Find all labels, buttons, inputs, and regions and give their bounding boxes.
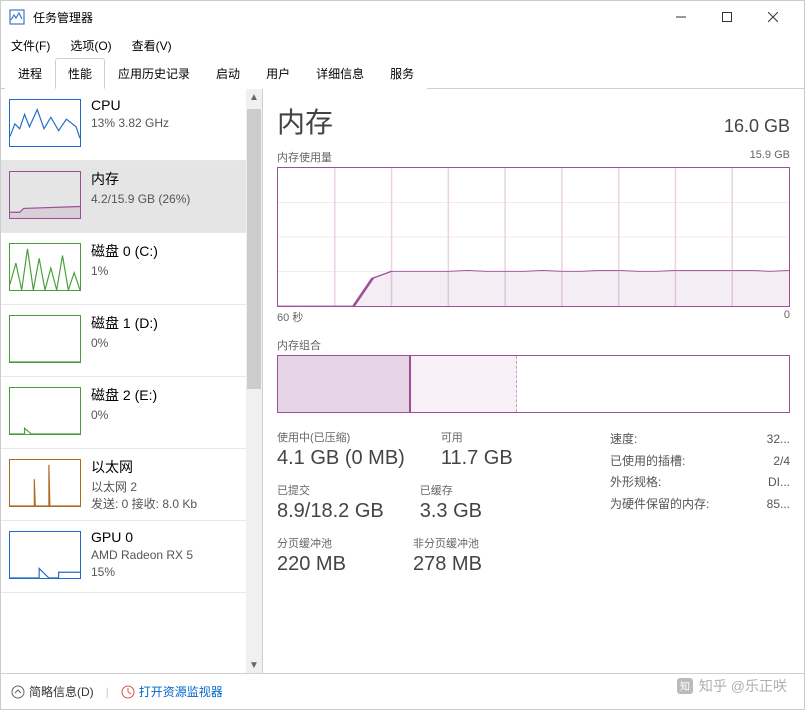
form-value: DI... bbox=[768, 472, 790, 494]
sidebar-item-4[interactable]: 磁盘 2 (E:) 0% bbox=[1, 377, 247, 449]
avail-label: 可用 bbox=[441, 429, 541, 445]
avail-value: 11.7 GB bbox=[441, 447, 541, 470]
sidebar-item-1[interactable]: 内存 4.2/15.9 GB (26%) bbox=[1, 161, 247, 233]
mini-chart-icon bbox=[9, 243, 81, 291]
cached-label: 已缓存 bbox=[420, 482, 520, 498]
tab-performance[interactable]: 性能 bbox=[55, 58, 105, 89]
sidebar-item-2[interactable]: 磁盘 0 (C:) 1% bbox=[1, 233, 247, 305]
sidebar-item-title: 磁盘 0 (C:) bbox=[91, 241, 239, 261]
sidebar-item-title: GPU 0 bbox=[91, 529, 239, 545]
committed-label: 已提交 bbox=[277, 482, 384, 498]
scrollbar-thumb[interactable] bbox=[247, 109, 261, 389]
inuse-label: 使用中(已压缩) bbox=[277, 429, 405, 445]
sidebar-item-sub: 0% bbox=[91, 407, 239, 424]
sidebar-item-0[interactable]: CPU 13% 3.82 GHz bbox=[1, 89, 247, 161]
mini-chart-icon bbox=[9, 171, 81, 219]
svg-text:知: 知 bbox=[680, 680, 690, 693]
sidebar-item-sub: 0% bbox=[91, 335, 239, 352]
composition-chart[interactable] bbox=[277, 355, 790, 413]
sidebar-item-sub: 15% bbox=[91, 564, 239, 581]
tab-bar: 进程 性能 应用历史记录 启动 用户 详细信息 服务 bbox=[1, 57, 804, 89]
main-panel: 内存 16.0 GB 内存使用量 15.9 GB 60 秒 0 内存组合 bbox=[263, 89, 804, 673]
tab-details[interactable]: 详细信息 bbox=[303, 58, 377, 89]
composition-label: 内存组合 bbox=[277, 337, 321, 353]
mini-chart-icon bbox=[9, 315, 81, 363]
tab-app-history[interactable]: 应用历史记录 bbox=[105, 58, 203, 89]
memory-details: 速度: 32... 已使用的插槽: 2/4 外形规格: DI... 为硬件保留的内存:… bbox=[610, 429, 790, 588]
committed-value: 8.9/18.2 GB bbox=[277, 500, 384, 523]
tab-users[interactable]: 用户 bbox=[253, 58, 303, 89]
menu-file[interactable]: 文件(F) bbox=[7, 35, 54, 56]
titlebar: 任务管理器 bbox=[1, 1, 804, 33]
axis-left: 60 秒 bbox=[277, 309, 303, 325]
speed-value: 32... bbox=[767, 429, 790, 451]
app-icon bbox=[9, 9, 25, 25]
inuse-value: 4.1 GB (0 MB) bbox=[277, 447, 405, 470]
sidebar-item-sub: 以太网 2 bbox=[91, 479, 239, 496]
axis-right: 0 bbox=[784, 309, 790, 325]
form-label: 外形规格: bbox=[610, 472, 748, 494]
nonpaged-label: 非分页缓冲池 bbox=[413, 535, 513, 551]
scrollbar[interactable]: ▲ ▼ bbox=[246, 89, 262, 673]
sidebar-item-sub: 1% bbox=[91, 263, 239, 280]
mini-chart-icon bbox=[9, 387, 81, 435]
menubar: 文件(F) 选项(O) 查看(V) bbox=[1, 33, 804, 57]
usage-chart-max: 15.9 GB bbox=[750, 149, 790, 165]
reserved-label: 为硬件保留的内存: bbox=[610, 494, 747, 516]
nonpaged-value: 278 MB bbox=[413, 553, 513, 576]
reserved-value: 85... bbox=[767, 494, 790, 516]
tab-services[interactable]: 服务 bbox=[377, 58, 427, 89]
speed-label: 速度: bbox=[610, 429, 747, 451]
sidebar-item-title: CPU bbox=[91, 97, 239, 113]
paged-label: 分页缓冲池 bbox=[277, 535, 377, 551]
sidebar-item-5[interactable]: 以太网 以太网 2 发送: 0 接收: 8.0 Kb bbox=[1, 449, 247, 521]
sidebar-item-3[interactable]: 磁盘 1 (D:) 0% bbox=[1, 305, 247, 377]
slots-label: 已使用的插槽: bbox=[610, 451, 753, 473]
mini-chart-icon bbox=[9, 459, 81, 507]
fewer-details-button[interactable]: 简略信息(D) bbox=[11, 683, 94, 700]
sidebar-item-title: 磁盘 1 (D:) bbox=[91, 313, 239, 333]
resmon-icon bbox=[121, 685, 135, 699]
fewer-details-label: 简略信息(D) bbox=[29, 683, 94, 700]
menu-view[interactable]: 查看(V) bbox=[128, 35, 176, 56]
sidebar-item-title: 内存 bbox=[91, 169, 239, 189]
sidebar-item-title: 以太网 bbox=[91, 457, 239, 477]
minimize-button[interactable] bbox=[658, 1, 704, 33]
watermark: 知 知乎 @乐正咲 bbox=[677, 676, 787, 696]
mini-chart-icon bbox=[9, 531, 81, 579]
resource-monitor-link[interactable]: 打开资源监视器 bbox=[121, 683, 223, 700]
sidebar-item-sub: 4.2/15.9 GB (26%) bbox=[91, 191, 239, 208]
sidebar-item-sub: 13% 3.82 GHz bbox=[91, 115, 239, 132]
tab-startup[interactable]: 启动 bbox=[203, 58, 253, 89]
scroll-down-icon[interactable]: ▼ bbox=[246, 657, 262, 673]
resource-monitor-label: 打开资源监视器 bbox=[139, 683, 223, 700]
page-title: 内存 bbox=[277, 101, 333, 141]
menu-options[interactable]: 选项(O) bbox=[66, 35, 115, 56]
memory-total: 16.0 GB bbox=[724, 116, 790, 137]
scroll-up-icon[interactable]: ▲ bbox=[246, 89, 262, 105]
sidebar-item-sub: AMD Radeon RX 5 bbox=[91, 547, 239, 564]
sidebar-item-6[interactable]: GPU 0 AMD Radeon RX 5 15% bbox=[1, 521, 247, 593]
zhihu-icon: 知 bbox=[677, 678, 693, 694]
usage-chart-label: 内存使用量 bbox=[277, 149, 332, 165]
usage-chart[interactable] bbox=[277, 167, 790, 307]
paged-value: 220 MB bbox=[277, 553, 377, 576]
slots-value: 2/4 bbox=[773, 451, 790, 473]
sidebar-item-sub: 发送: 0 接收: 8.0 Kb bbox=[91, 496, 239, 513]
maximize-button[interactable] bbox=[704, 1, 750, 33]
close-button[interactable] bbox=[750, 1, 796, 33]
chevron-up-icon bbox=[11, 685, 25, 699]
sidebar: CPU 13% 3.82 GHz 内存 4.2/15.9 GB (26%) 磁盘… bbox=[1, 89, 263, 673]
cached-value: 3.3 GB bbox=[420, 500, 520, 523]
tab-processes[interactable]: 进程 bbox=[5, 58, 55, 89]
sidebar-item-title: 磁盘 2 (E:) bbox=[91, 385, 239, 405]
window-title: 任务管理器 bbox=[33, 9, 658, 26]
mini-chart-icon bbox=[9, 99, 81, 147]
